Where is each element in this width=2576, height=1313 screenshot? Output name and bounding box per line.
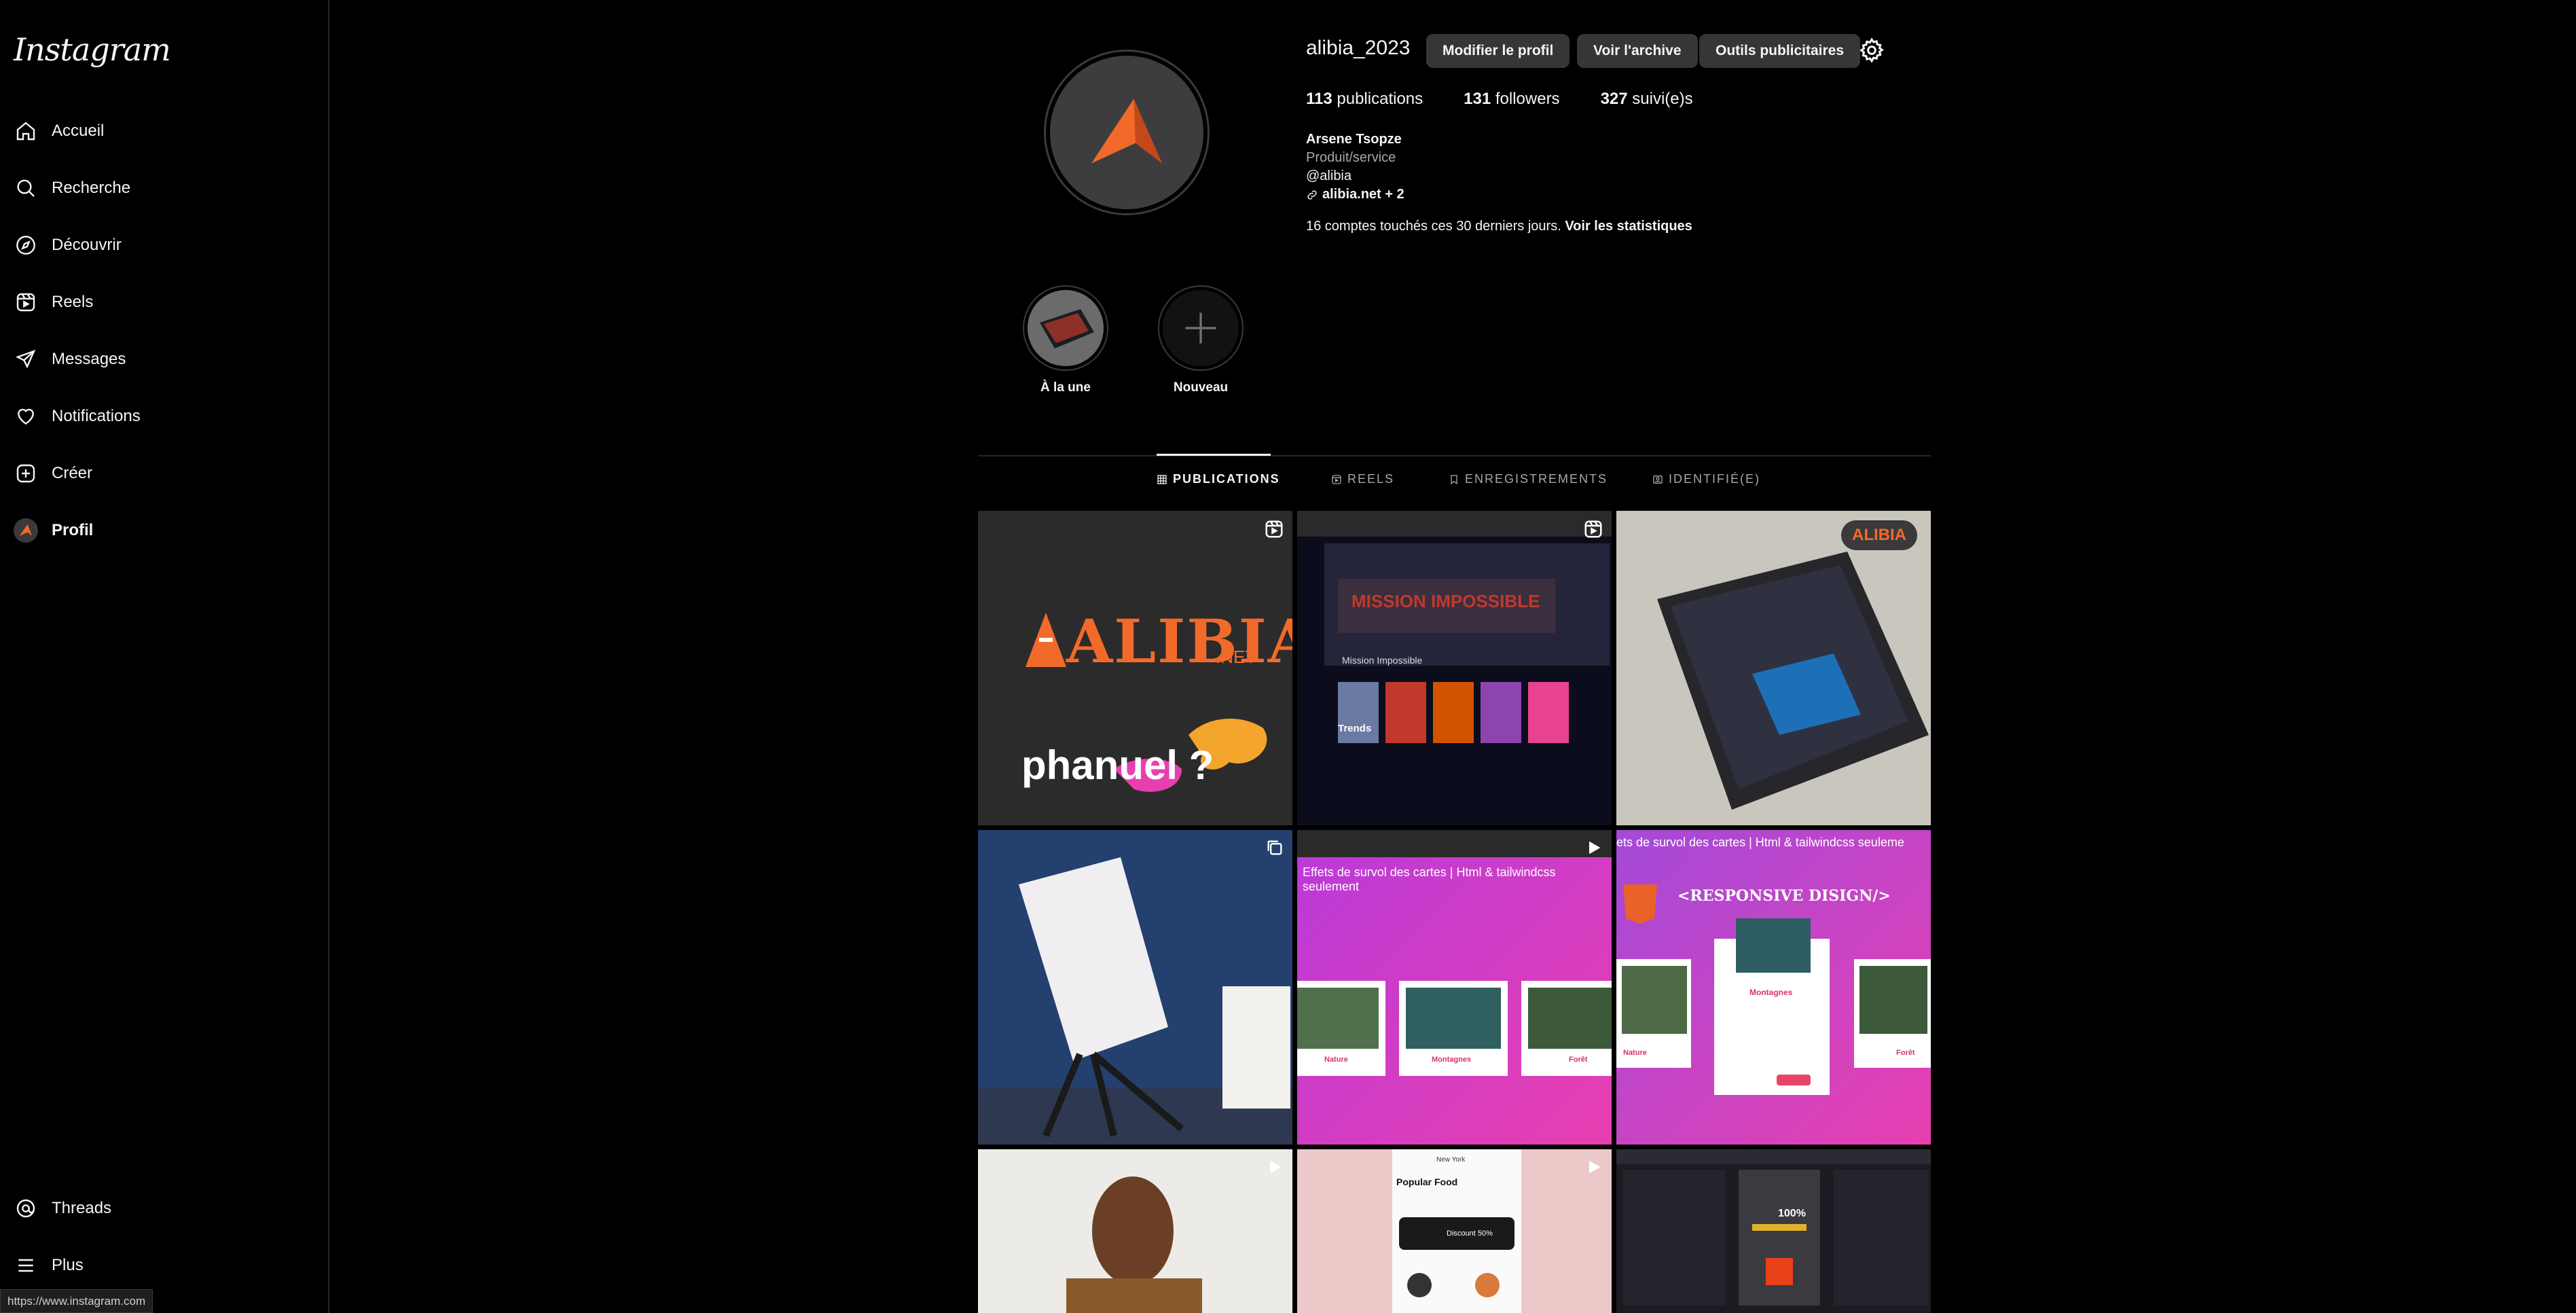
- menu-icon: [12, 1252, 39, 1279]
- tab-tagged[interactable]: IDENTIFIÉ(E): [1652, 472, 1760, 486]
- highlight-new[interactable]: Nouveau: [1157, 285, 1245, 395]
- post-word: phanuel ?: [1021, 742, 1214, 788]
- tab-saved[interactable]: ENREGISTREMENTS: [1449, 472, 1608, 486]
- reach-summary: 16 comptes touchés ces 30 derniers jours…: [1306, 219, 1692, 234]
- sidebar-item-more[interactable]: Plus: [12, 1242, 318, 1289]
- tabs-divider: [978, 455, 1931, 456]
- post-tile[interactable]: [978, 1149, 1292, 1313]
- plus-icon: [1185, 312, 1216, 344]
- reel-badge-icon: [1583, 519, 1603, 543]
- heart-icon: [12, 403, 39, 430]
- ad-tools-button[interactable]: Outils publicitaires: [1699, 34, 1861, 68]
- sidebar-item-label: Créer: [52, 464, 93, 482]
- sidebar-item-label: Messages: [52, 350, 126, 368]
- sidebar-item-create[interactable]: Créer: [12, 450, 318, 497]
- post-brand-text: ALIBIA: [1066, 606, 1292, 677]
- home-icon: [12, 118, 39, 145]
- sidebar-item-home[interactable]: Accueil: [12, 107, 318, 155]
- sidebar-item-label: Accueil: [52, 122, 105, 140]
- tab-posts[interactable]: PUBLICATIONS: [1157, 472, 1280, 486]
- sidebar-item-label: Reels: [52, 293, 94, 311]
- highlight-label: À la une: [1040, 380, 1091, 395]
- laptop-thumbnail: [1028, 290, 1104, 366]
- post-tile[interactable]: ets de survol des cartes | Html & tailwi…: [1616, 830, 1931, 1145]
- reels-icon: [12, 289, 39, 316]
- view-archive-button[interactable]: Voir l'archive: [1577, 34, 1698, 68]
- sidebar: Instagram Accueil Recherche Découvrir Re…: [0, 0, 329, 1313]
- sidebar-item-label: Notifications: [52, 407, 141, 425]
- reel-badge-icon: [1264, 519, 1284, 543]
- highlight-label: Nouveau: [1173, 380, 1229, 395]
- sidebar-item-reels[interactable]: Reels: [12, 278, 318, 326]
- profile-stats: 113 publications 131 followers 327 suivi…: [1306, 90, 1734, 109]
- sidebar-item-messages[interactable]: Messages: [12, 336, 318, 383]
- sidebar-item-label: Recherche: [52, 179, 131, 197]
- search-icon: [12, 175, 39, 202]
- sidebar-item-label: Threads: [52, 1199, 112, 1217]
- post-tile[interactable]: ALIBIA: [1616, 511, 1931, 825]
- view-insights-link[interactable]: Voir les statistiques: [1565, 219, 1692, 234]
- send-icon: [12, 346, 39, 373]
- avatar: [14, 518, 38, 543]
- play-icon: [1584, 838, 1603, 861]
- bio-link[interactable]: alibia.net + 2: [1306, 185, 1404, 204]
- followers-count[interactable]: 131 followers: [1464, 90, 1559, 109]
- sidebar-item-notifications[interactable]: Notifications: [12, 393, 318, 440]
- post-tile[interactable]: New York Popular Food Discount 50%: [1297, 1149, 1612, 1313]
- active-tab-indicator: [1157, 454, 1271, 456]
- post-tile[interactable]: [978, 830, 1292, 1145]
- alibia-logo-icon: [1091, 98, 1162, 164]
- post-tile[interactable]: 100%: [1616, 1149, 1931, 1313]
- settings-gear-icon[interactable]: [1858, 37, 1885, 64]
- grid-icon: [1157, 474, 1167, 484]
- sidebar-item-label: Plus: [52, 1256, 84, 1274]
- bio-category: Produit/service: [1306, 150, 1396, 165]
- post-title: MISSION IMPOSSIBLE: [1352, 591, 1540, 611]
- sidebar-item-search[interactable]: Recherche: [12, 164, 318, 212]
- sidebar-item-threads[interactable]: Threads: [12, 1185, 318, 1232]
- carousel-badge-icon: [1265, 838, 1284, 861]
- threads-icon: [12, 1195, 39, 1222]
- post-tile[interactable]: ALIBIA .NET phanuel ?: [978, 511, 1292, 825]
- tagged-icon: [1653, 475, 1663, 484]
- sidebar-item-label: Profil: [52, 521, 94, 539]
- bio-name: Arsene Tsopze: [1306, 132, 1402, 147]
- plus-square-icon: [12, 460, 39, 487]
- sidebar-item-profile[interactable]: Profil: [12, 507, 318, 554]
- edit-profile-button[interactable]: Modifier le profil: [1426, 34, 1570, 68]
- post-tile[interactable]: Effets de survol des cartes | Html & tai…: [1297, 830, 1612, 1145]
- status-bar-url: https://www.instagram.com: [0, 1289, 153, 1313]
- profile-username: alibia_2023: [1306, 37, 1411, 59]
- sidebar-item-explore[interactable]: Découvrir: [12, 221, 318, 269]
- post-title: <RESPONSIVE DISIGN/>: [1677, 887, 1891, 905]
- sidebar-item-label: Découvrir: [52, 236, 122, 254]
- following-count[interactable]: 327 suivi(e)s: [1601, 90, 1693, 109]
- compass-icon: [12, 232, 39, 259]
- profile-bio: Arsene Tsopze Produit/service @alibia al…: [1306, 130, 1404, 204]
- play-icon: [1265, 1157, 1284, 1180]
- post-caption: ets de survol des cartes | Html & tailwi…: [1616, 835, 1904, 849]
- play-icon: [1584, 1157, 1603, 1180]
- highlight-featured[interactable]: À la une: [1021, 285, 1110, 395]
- brand-tag: ALIBIA: [1841, 520, 1917, 550]
- bookmark-icon: [1451, 474, 1457, 484]
- tab-reels[interactable]: REELS: [1331, 472, 1394, 486]
- post-caption: Effets de survol des cartes | Html & tai…: [1303, 865, 1556, 893]
- bio-handle[interactable]: @alibia: [1306, 167, 1404, 185]
- link-icon: [1307, 190, 1317, 200]
- reels-icon: [1332, 474, 1341, 484]
- posts-count: 113 publications: [1306, 90, 1423, 108]
- profile-avatar[interactable]: [1044, 50, 1210, 215]
- instagram-logo[interactable]: Instagram: [14, 31, 171, 68]
- post-tile[interactable]: MISSION IMPOSSIBLE Mission Impossible Tr…: [1297, 511, 1612, 825]
